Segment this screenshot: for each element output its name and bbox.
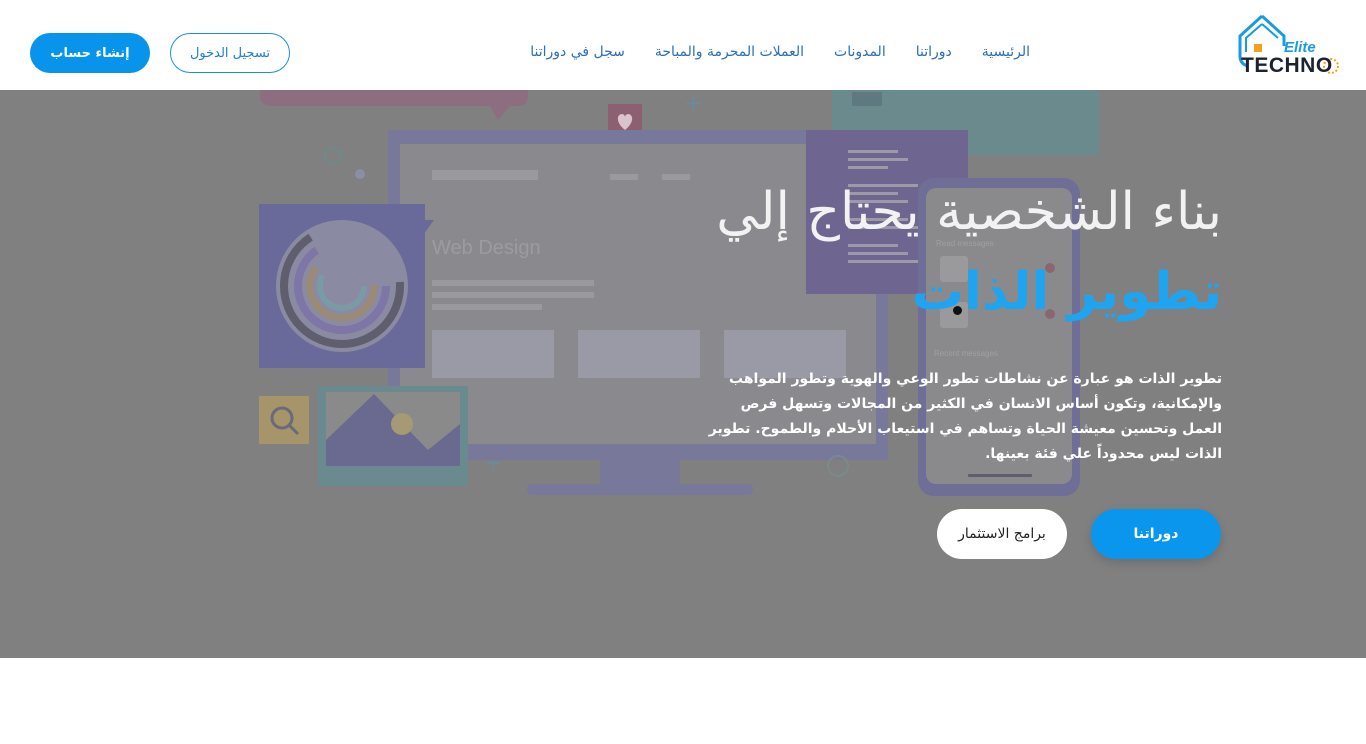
logo-techno-text: TECHNO: [1241, 54, 1333, 77]
nav-blogs[interactable]: المدونات: [834, 44, 886, 60]
investment-programs-button[interactable]: برامج الاستثمار: [937, 509, 1067, 559]
site-header: Elite TECHNO الرئيسية دوراتنا المدونات ا…: [0, 0, 1366, 90]
hero-title-line1: بناء الشخصية يحتاج إلي: [716, 182, 1222, 242]
illustration-web-design-text: Web Design: [432, 237, 541, 259]
nav-register-courses[interactable]: سجل في دوراتنا: [530, 44, 625, 60]
nav-home[interactable]: الرئيسية: [982, 44, 1030, 60]
hero-section: Web Design Read messages Recent messages: [0, 90, 1366, 658]
signup-button[interactable]: إنشاء حساب: [30, 33, 150, 73]
site-logo[interactable]: Elite TECHNO: [1232, 12, 1344, 78]
hero-description: تطوير الذات هو عبارة عن نشاطات تطور الوع…: [708, 371, 1222, 462]
login-button[interactable]: تسجيل الدخول: [170, 33, 290, 73]
nav-currencies[interactable]: العملات المحرمة والمباحة: [655, 44, 804, 60]
courses-button[interactable]: دوراتنا: [1091, 509, 1221, 559]
illustration-recent-messages-text: Recent messages: [934, 349, 998, 358]
hero-title-line2: تطوير الذات: [911, 262, 1222, 322]
nav-courses[interactable]: دوراتنا: [916, 44, 952, 60]
main-nav: الرئيسية دوراتنا المدونات العملات المحرم…: [470, 0, 1030, 90]
